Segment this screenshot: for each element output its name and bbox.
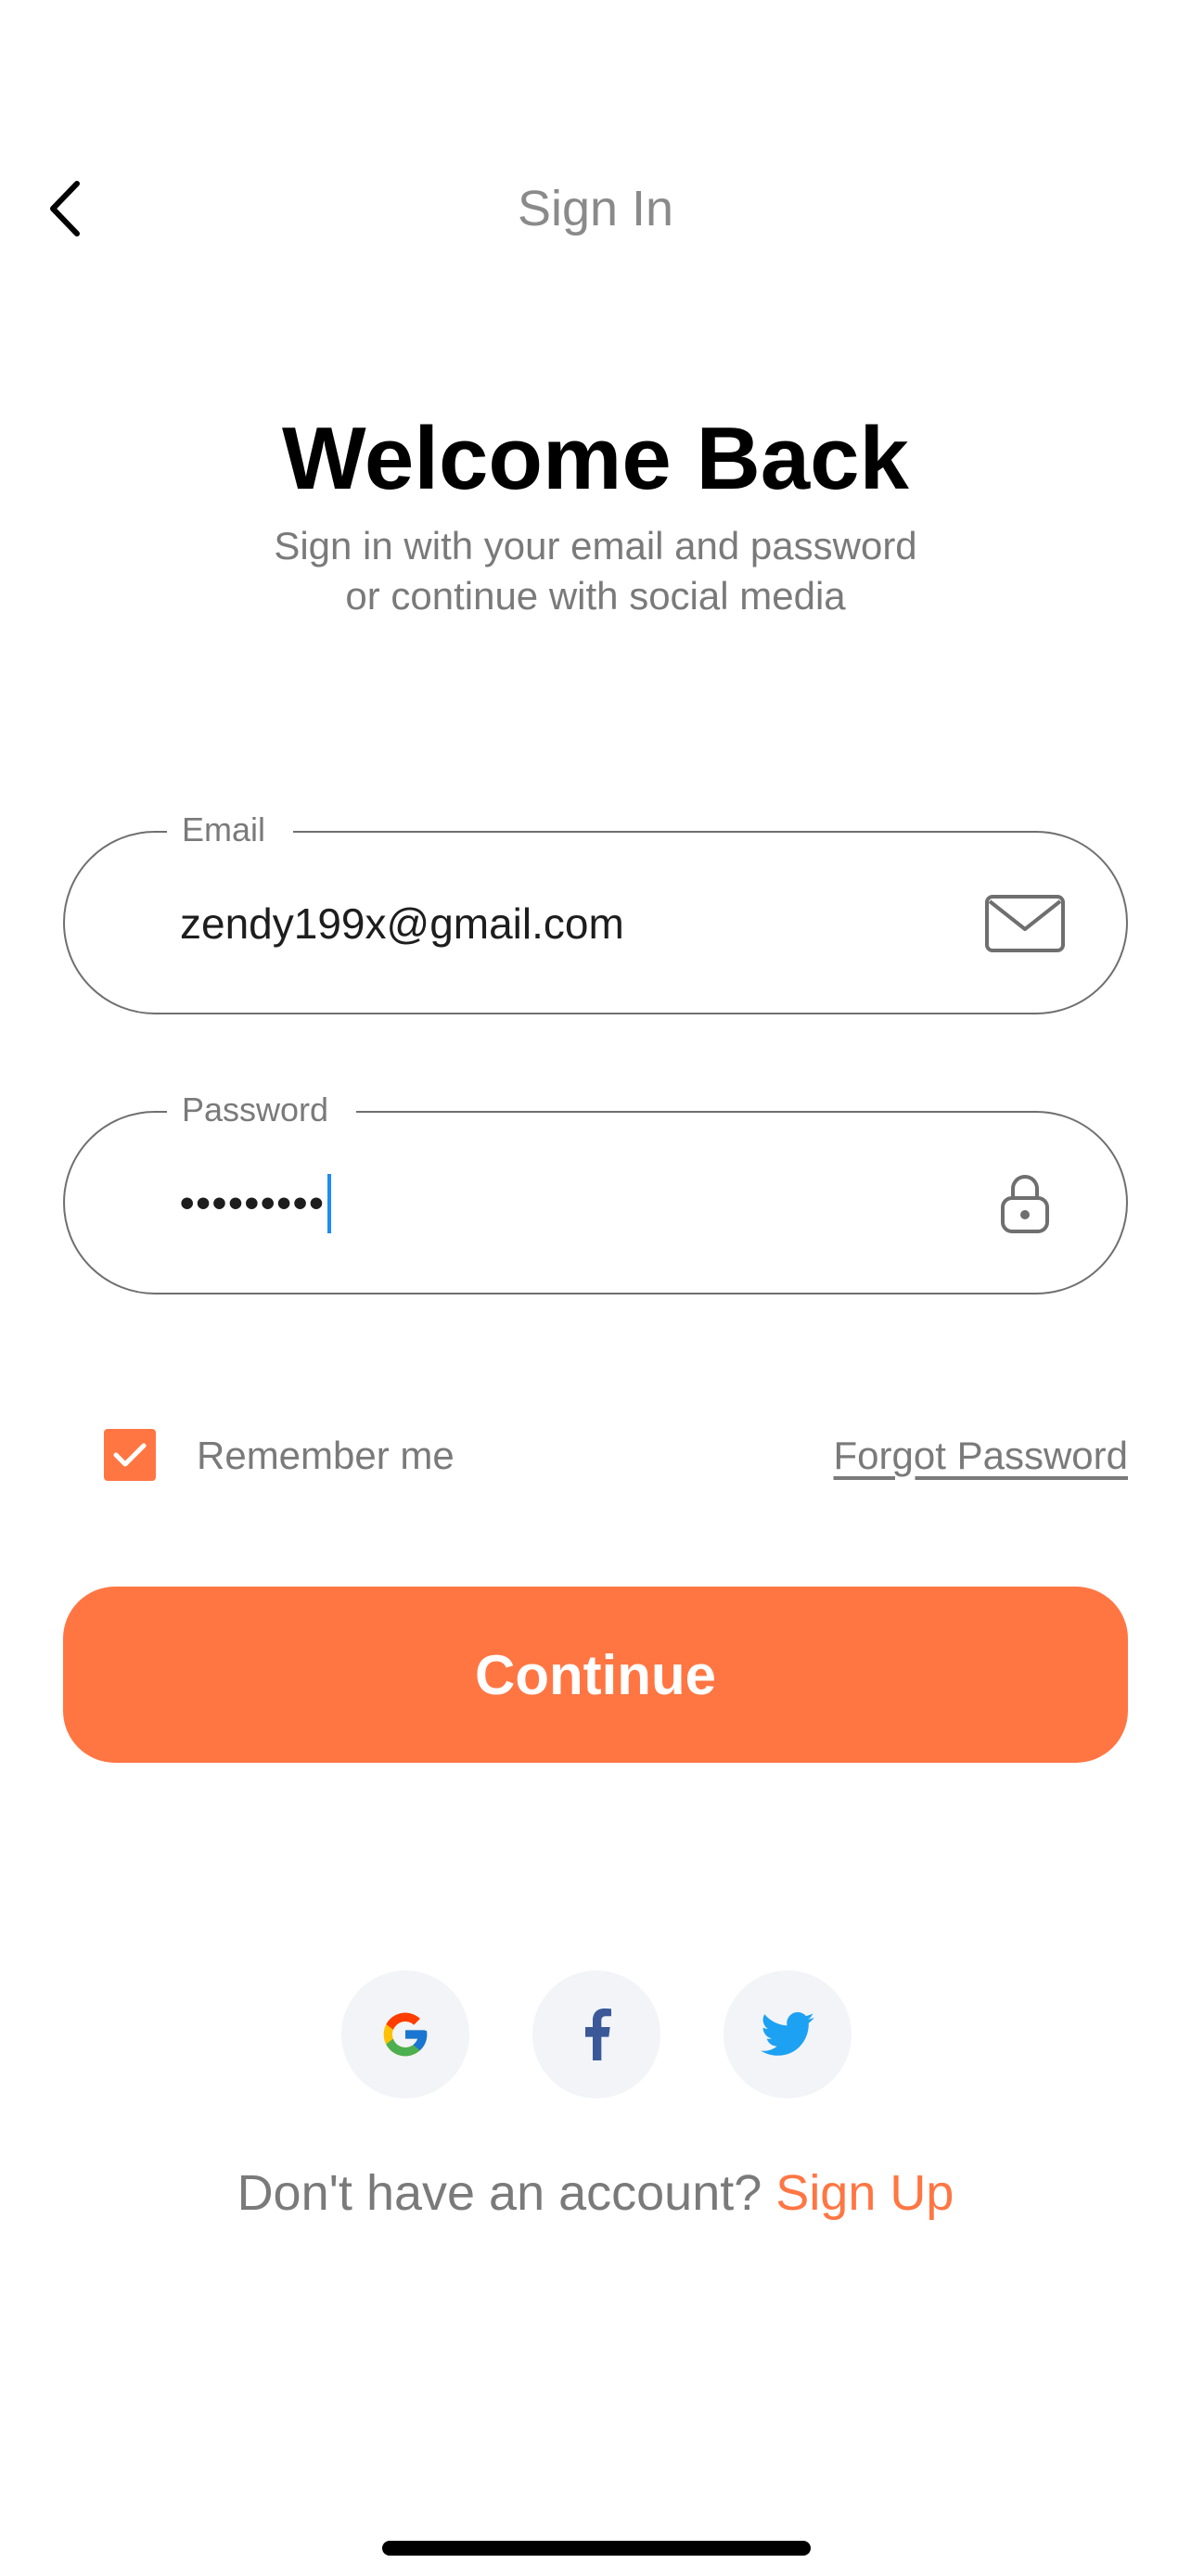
twitter-icon [761,2012,814,2056]
welcome-subtitle-line-2: or continue with social media [345,574,846,618]
google-sign-in-button[interactable] [341,1970,469,2098]
welcome-subtitle-line-1: Sign in with your email and password [274,524,917,567]
signup-prompt: Don't have an account? Sign Up [0,2161,1191,2225]
signup-link[interactable]: Sign Up [775,2165,954,2221]
password-masked-value: ••••••••• [180,1180,326,1226]
email-label: Email [167,805,294,855]
forgot-password-link[interactable]: Forgot Password [834,1428,1128,1484]
password-label: Password [167,1085,357,1135]
home-indicator [382,2541,811,2556]
password-input[interactable]: ••••••••• [180,1167,922,1241]
password-field[interactable]: Password ••••••••• [63,1085,1128,1294]
sign-in-screen: Sign In Welcome Back Sign in with your e… [0,0,1191,2576]
facebook-icon [585,2009,611,2060]
continue-button[interactable]: Continue [63,1587,1128,1763]
welcome-subtitle: Sign in with your email and password or … [0,521,1191,621]
mail-icon [983,888,1067,959]
text-caret [327,1174,331,1233]
page-title: Sign In [517,181,674,236]
facebook-sign-in-button[interactable] [532,1970,660,2098]
remember-me-label[interactable]: Remember me [197,1428,455,1484]
welcome-heading: Welcome Back [282,409,909,508]
signup-prompt-text: Don't have an account? [237,2165,762,2221]
twitter-sign-in-button[interactable] [724,1970,852,2098]
google-icon [383,2012,428,2057]
lock-icon [983,1168,1067,1239]
checkmark-icon [113,1443,147,1467]
email-input[interactable]: zendy199x@gmail.com [180,886,922,961]
email-field[interactable]: Email zendy199x@gmail.com [63,805,1128,1014]
remember-me-checkbox[interactable] [104,1429,156,1481]
